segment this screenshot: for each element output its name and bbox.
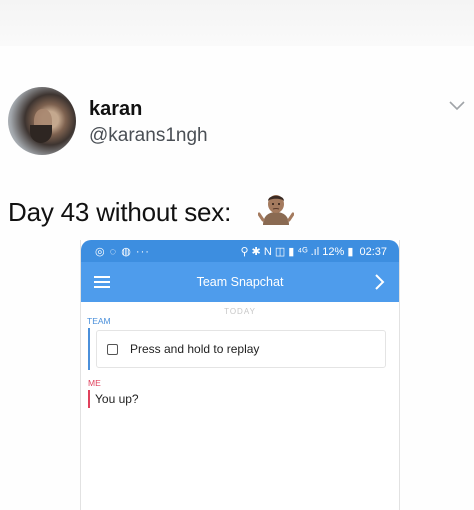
tweet-text: Day 43 without sex: [8, 197, 232, 227]
replay-square-icon [107, 344, 118, 355]
sender-label-team: TEAM [87, 316, 111, 326]
chevron-down-icon[interactable] [448, 100, 466, 112]
status-time: 02:37 [359, 246, 387, 258]
user-handle[interactable]: @karans1ngh [89, 125, 208, 147]
status-right-icons: ⚲ ✱ N ◫ ▮ ⁴ᴳ .ıl [240, 246, 320, 258]
snapchat-screenshot: ◎ ◌ ◍ ··· ⚲ ✱ N ◫ ▮ ⁴ᴳ .ıl 12% ▮ 02:37 T… [80, 240, 400, 510]
chevron-right-icon[interactable] [373, 272, 387, 292]
replay-message-card[interactable]: Press and hold to replay [96, 330, 386, 368]
sender-label-me: ME [88, 378, 101, 388]
app-bar: Team Snapchat [81, 262, 399, 302]
chat-title: Team Snapchat [196, 275, 284, 289]
status-left-icons: ◎ ◌ ◍ ··· [95, 246, 150, 258]
replay-text: Press and hold to replay [130, 342, 260, 356]
top-band [0, 0, 474, 46]
battery-icon: ▮ [347, 246, 354, 258]
person-shrugging-emoji [258, 195, 294, 225]
me-message-bar [88, 390, 90, 408]
chat-message: You up? [95, 392, 139, 406]
team-message-bar [88, 328, 90, 370]
avatar-beard [30, 125, 52, 143]
status-bar: ◎ ◌ ◍ ··· ⚲ ✱ N ◫ ▮ ⁴ᴳ .ıl 12% ▮ 02:37 [81, 240, 399, 262]
day-label: TODAY [224, 307, 256, 316]
status-right: ⚲ ✱ N ◫ ▮ ⁴ᴳ .ıl 12% ▮ 02:37 [240, 245, 387, 258]
battery-level: 12% [322, 246, 345, 258]
display-name[interactable]: karan [89, 98, 142, 121]
avatar[interactable] [8, 87, 76, 155]
